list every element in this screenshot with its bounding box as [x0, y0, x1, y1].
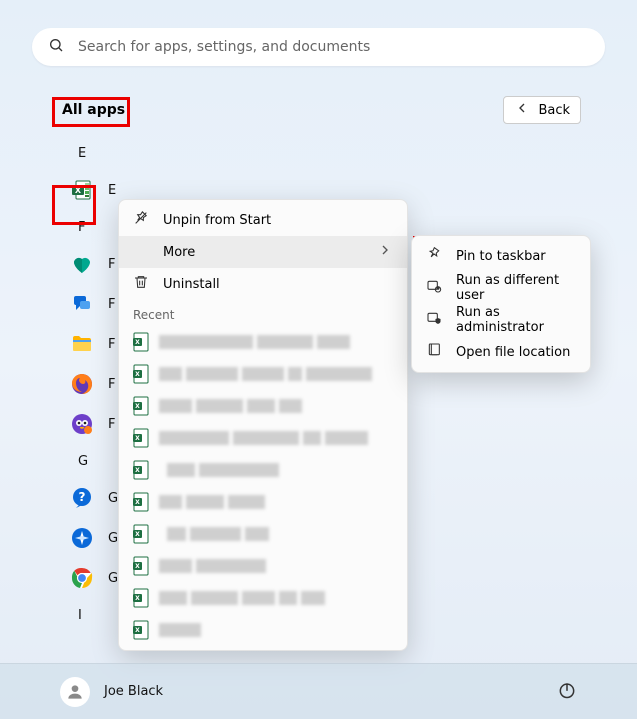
blurred-text — [159, 591, 393, 605]
search-icon — [48, 37, 64, 57]
excel-doc-icon: X — [133, 332, 149, 352]
context-menu-more: Pin to taskbar Run as different user Run… — [411, 235, 591, 373]
recent-item[interactable]: X — [119, 358, 407, 390]
compass-icon — [70, 526, 94, 550]
app-label: G — [108, 531, 118, 546]
excel-doc-icon: X — [133, 364, 149, 384]
all-apps-heading[interactable]: All apps — [56, 98, 131, 122]
excel-doc-icon: X — [133, 524, 149, 544]
chat-icon — [70, 292, 94, 316]
blurred-text — [159, 527, 393, 541]
unpin-icon — [133, 210, 149, 230]
ctx-run-as-different-user[interactable]: Run as different user — [412, 272, 590, 304]
file-location-icon — [426, 342, 442, 362]
trash-icon — [133, 274, 149, 294]
excel-doc-icon: X — [133, 620, 149, 640]
app-label: E — [108, 183, 116, 198]
recent-item[interactable]: X — [119, 518, 407, 550]
app-label: F — [108, 257, 115, 272]
shield-icon — [426, 310, 442, 330]
app-label: F — [108, 337, 115, 352]
ctx-more[interactable]: More — [119, 236, 407, 268]
recent-item[interactable]: X — [119, 582, 407, 614]
back-button[interactable]: Back — [503, 96, 581, 124]
ctx-item-label: Unpin from Start — [163, 213, 271, 228]
user-switch-icon — [426, 278, 442, 298]
app-label: F — [108, 297, 115, 312]
search-box[interactable] — [32, 28, 605, 66]
owl-icon — [70, 412, 94, 436]
ctx-unpin-from-start[interactable]: Unpin from Start — [119, 204, 407, 236]
blurred-text — [159, 367, 393, 381]
ctx-item-label: Pin to taskbar — [456, 249, 546, 264]
excel-doc-icon: X — [133, 396, 149, 416]
recent-item[interactable]: X — [119, 486, 407, 518]
power-button[interactable] — [557, 680, 577, 704]
recent-item[interactable]: X — [119, 550, 407, 582]
svg-text:X: X — [135, 435, 140, 442]
pin-icon — [426, 246, 442, 266]
app-label: F — [108, 377, 115, 392]
firefox-icon — [70, 372, 94, 396]
help-icon: ? — [70, 486, 94, 510]
svg-text:X: X — [135, 403, 140, 410]
chevron-right-icon — [377, 242, 393, 262]
svg-text:X: X — [75, 186, 82, 195]
recent-item[interactable]: X — [119, 326, 407, 358]
ctx-item-label: Run as different user — [456, 273, 576, 303]
svg-text:X: X — [135, 595, 140, 602]
ctx-open-file-location[interactable]: Open file location — [412, 336, 590, 368]
ctx-pin-to-taskbar[interactable]: Pin to taskbar — [412, 240, 590, 272]
blurred-text — [159, 399, 393, 413]
app-label: G — [108, 491, 118, 506]
svg-text:X: X — [135, 499, 140, 506]
back-button-label: Back — [538, 103, 570, 118]
svg-text:X: X — [135, 563, 140, 570]
folder-icon — [70, 332, 94, 356]
letter-header-e[interactable]: E — [60, 136, 360, 170]
excel-doc-icon: X — [133, 460, 149, 480]
ctx-recent-header: Recent — [119, 300, 407, 326]
recent-item[interactable]: X — [119, 390, 407, 422]
chevron-left-icon — [514, 100, 530, 120]
svg-text:X: X — [135, 371, 140, 378]
ctx-item-label: Open file location — [456, 345, 570, 360]
blurred-text — [159, 623, 393, 637]
recent-item[interactable]: X — [119, 454, 407, 486]
user-name: Joe Black — [104, 684, 163, 699]
blurred-text — [159, 431, 393, 445]
excel-doc-icon: X — [133, 428, 149, 448]
svg-text:X: X — [135, 531, 140, 538]
ctx-item-label: More — [163, 245, 195, 260]
avatar — [60, 677, 90, 707]
ctx-item-label: Run as administrator — [456, 305, 576, 335]
excel-icon: X — [70, 178, 94, 202]
start-footer: Joe Black — [0, 663, 637, 719]
search-input[interactable] — [78, 39, 589, 55]
svg-text:X: X — [135, 467, 140, 474]
excel-doc-icon: X — [133, 588, 149, 608]
ctx-item-label: Uninstall — [163, 277, 220, 292]
blurred-text — [159, 463, 393, 477]
blurred-text — [159, 495, 393, 509]
app-label: F — [108, 417, 115, 432]
recent-item[interactable]: X — [119, 614, 407, 646]
user-account-button[interactable]: Joe Black — [60, 677, 163, 707]
app-label: G — [108, 571, 118, 586]
svg-text:X: X — [135, 627, 140, 634]
blurred-text — [159, 559, 393, 573]
svg-text:?: ? — [79, 490, 86, 504]
ctx-run-as-administrator[interactable]: Run as administrator — [412, 304, 590, 336]
svg-text:X: X — [135, 339, 140, 346]
recent-item[interactable]: X — [119, 422, 407, 454]
chrome-icon — [70, 566, 94, 590]
excel-doc-icon: X — [133, 492, 149, 512]
ctx-uninstall[interactable]: Uninstall — [119, 268, 407, 300]
excel-doc-icon: X — [133, 556, 149, 576]
heart-icon — [70, 252, 94, 276]
context-menu-app: Unpin from Start More Uninstall Recent X… — [118, 199, 408, 651]
blurred-text — [159, 335, 393, 349]
